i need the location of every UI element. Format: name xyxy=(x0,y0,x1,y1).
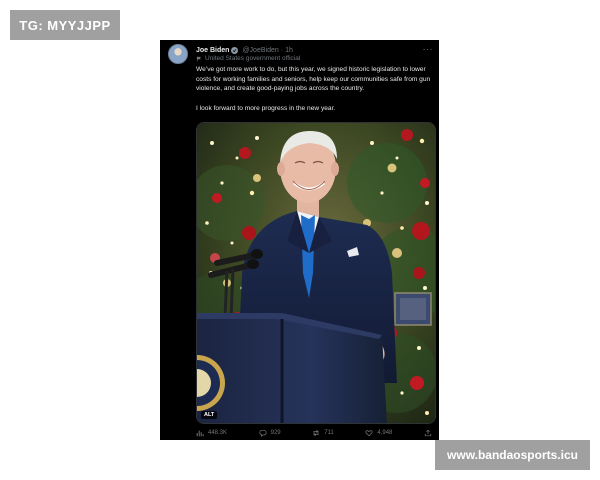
reply-bubble-icon xyxy=(259,429,267,437)
share-button[interactable] xyxy=(424,429,432,437)
alt-text-badge[interactable]: ALT xyxy=(201,411,218,419)
author-name[interactable]: Joe Biden xyxy=(196,47,229,54)
verified-badge-icon xyxy=(231,46,239,54)
retweet-icon xyxy=(313,429,319,437)
share-icon xyxy=(424,429,432,437)
post-time[interactable]: 1h xyxy=(285,47,293,54)
tweet-body: We’ve got more work to do, but this year… xyxy=(196,65,432,123)
affiliation-text: United States government official xyxy=(205,55,301,62)
tag-label: TG: MYYJJPP xyxy=(10,10,120,40)
government-flag-icon xyxy=(196,56,201,61)
author-handle[interactable]: @JoeBiden xyxy=(242,47,278,54)
views-chart-icon xyxy=(196,430,204,437)
tweet-photo[interactable]: ALT xyxy=(196,122,436,424)
retweet-count: 711 xyxy=(324,430,334,436)
views-count: 448.3K xyxy=(208,430,228,436)
like-count: 4,948 xyxy=(377,430,393,436)
heart-icon xyxy=(365,430,373,437)
tweet-paragraph: We’ve got more work to do, but this year… xyxy=(196,66,431,93)
watermark: www.bandaosports.icu xyxy=(435,440,590,470)
tweet-card[interactable]: Joe Biden @JoeBiden · 1h ··· United Stat… xyxy=(160,40,439,440)
reply-count: 929 xyxy=(270,430,281,436)
page: TG: MYYJJPP Joe Biden @JoeBiden · 1h ···… xyxy=(0,0,600,480)
photo-illustration xyxy=(197,123,435,423)
retweet-button[interactable]: 711 xyxy=(312,429,334,437)
more-options-icon[interactable]: ··· xyxy=(423,45,434,54)
affiliation-label: United States government official xyxy=(196,55,300,62)
reply-button[interactable]: 929 xyxy=(259,429,281,437)
tweet-paragraph: I look forward to more progress in the n… xyxy=(196,104,336,112)
like-button[interactable]: 4,948 xyxy=(365,429,392,437)
header-separator: · xyxy=(280,46,284,54)
views-button[interactable]: 448.3K xyxy=(196,429,227,437)
avatar[interactable] xyxy=(168,44,188,64)
tweet-actions: 448.3K 929 711 4,948 xyxy=(196,428,432,438)
